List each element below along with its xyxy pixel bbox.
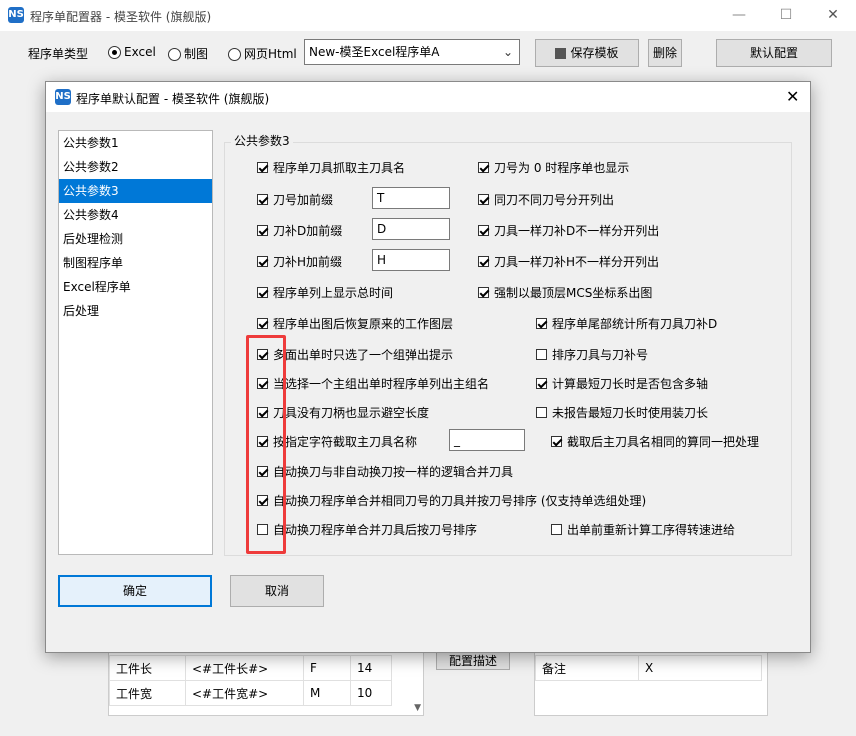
opt-shortest-length-multiaxis[interactable]: 计算最短刀长时是否包含多轴: [536, 376, 708, 391]
nav-item-postprocess[interactable]: 后处理: [59, 299, 212, 323]
opt-d-prefix[interactable]: 刀补D加前缀: [257, 223, 342, 238]
checkbox[interactable]: [478, 162, 489, 173]
nav-item-common4[interactable]: 公共参数4: [59, 203, 212, 227]
default-config-button[interactable]: 默认配置: [716, 39, 832, 67]
h-prefix-input[interactable]: H: [372, 249, 450, 271]
checkbox[interactable]: [257, 318, 268, 329]
config-desc-button[interactable]: 配置描述: [436, 652, 510, 670]
radio-drawing[interactable]: 制图: [168, 45, 208, 62]
maximize-icon[interactable]: ☐: [763, 0, 809, 31]
table-row[interactable]: 工件长 <#工件长#> F 14: [109, 655, 392, 681]
opt-sort-tool-offset[interactable]: 排序刀具与刀补号: [536, 347, 648, 362]
nav-item-common3[interactable]: 公共参数3: [59, 179, 212, 203]
dialog-titlebar: NS 程序单默认配置 - 模圣软件 (旗舰版) ✕: [46, 82, 810, 112]
close-icon[interactable]: ✕: [810, 0, 856, 31]
radio-excel[interactable]: Excel: [108, 45, 156, 59]
delete-button[interactable]: 删除: [648, 39, 682, 67]
right-field-table: 备注 X: [534, 648, 768, 716]
opt-atc-merge-logic[interactable]: 自动换刀与非自动换刀按一样的逻辑合并刀具: [257, 464, 513, 479]
left-field-table: 工件长 <#工件长#> F 14 工件宽 <#工件宽#> M 10 ▼: [108, 648, 424, 716]
checkbox[interactable]: [536, 318, 547, 329]
default-config-dialog: NS 程序单默认配置 - 模圣软件 (旗舰版) ✕ 公共参数1 公共参数2 公共…: [45, 81, 811, 653]
opt-same-tool-diff-number[interactable]: 同刀不同刀号分开列出: [478, 192, 614, 207]
opt-atc-merge-sort[interactable]: 自动换刀程序单合并相同刀号的刀具并按刀号排序 (仅支持单选组处理): [257, 493, 646, 508]
checkbox[interactable]: [257, 162, 268, 173]
chevron-down-icon: ⌄: [502, 45, 513, 59]
type-label: 程序单类型: [28, 47, 89, 61]
main-window-title: 程序单配置器 - 模圣软件 (旗舰版): [30, 10, 212, 24]
checkbox[interactable]: [478, 225, 489, 236]
checkbox[interactable]: [257, 287, 268, 298]
opt-atc-sort-after-merge[interactable]: 自动换刀程序单合并刀具后按刀号排序: [257, 522, 477, 537]
settings-nav-list: 公共参数1 公共参数2 公共参数3 公共参数4 后处理检测 制图程序单 Exce…: [58, 130, 213, 555]
nav-item-common1[interactable]: 公共参数1: [59, 131, 212, 155]
checkbox[interactable]: [551, 524, 562, 535]
save-template-button[interactable]: 保存模板: [535, 39, 639, 67]
dialog-logo-icon: NS: [55, 89, 71, 105]
checkbox[interactable]: [478, 287, 489, 298]
opt-use-mount-length[interactable]: 未报告最短刀长时使用装刀长: [536, 405, 708, 420]
opt-tool-prefix[interactable]: 刀号加前缀: [257, 192, 333, 207]
opt-show-tool-zero[interactable]: 刀号为 0 时程序单也显示: [478, 160, 629, 175]
d-prefix-input[interactable]: D: [372, 218, 450, 240]
nav-item-common2[interactable]: 公共参数2: [59, 155, 212, 179]
checkbox[interactable]: [536, 378, 547, 389]
checkbox[interactable]: [478, 256, 489, 267]
dialog-title: 程序单默认配置 - 模圣软件 (旗舰版): [76, 92, 270, 106]
opt-recalc-feed-speed[interactable]: 出单前重新计算工序得转速进给: [551, 522, 735, 537]
opt-force-top-mcs[interactable]: 强制以最顶层MCS坐标系出图: [478, 285, 652, 300]
minimize-icon[interactable]: —: [716, 0, 762, 31]
checkbox[interactable]: [478, 194, 489, 205]
nav-item-postprocess-check[interactable]: 后处理检测: [59, 227, 212, 251]
save-icon: [555, 48, 567, 59]
checkbox[interactable]: [257, 225, 268, 236]
table-row[interactable]: 备注 X: [535, 655, 762, 681]
cancel-button[interactable]: 取消: [230, 575, 324, 607]
opt-same-tool-diff-h[interactable]: 刀具一样刀补H不一样分开列出: [478, 254, 659, 269]
table-row[interactable]: 工件宽 <#工件宽#> M 10: [109, 680, 392, 706]
checkbox[interactable]: [257, 256, 268, 267]
opt-show-total-time[interactable]: 程序单列上显示总时间: [257, 285, 393, 300]
highlight-box: [246, 335, 286, 554]
opt-list-main-group[interactable]: 当选择一个主组出单时程序单列出主组名: [257, 376, 489, 391]
template-select[interactable]: New-模圣Excel程序单A ⌄: [304, 39, 520, 65]
scroll-down-icon[interactable]: ▼: [414, 703, 421, 713]
dialog-close-icon[interactable]: ✕: [786, 87, 799, 106]
opt-grab-main-tool-name[interactable]: 程序单刀具抓取主刀具名: [257, 160, 405, 175]
nav-item-excel-sheet[interactable]: Excel程序单: [59, 275, 212, 299]
opt-tail-stats-d[interactable]: 程序单尾部统计所有刀具刀补D: [536, 316, 717, 331]
opt-restore-layer[interactable]: 程序单出图后恢复原来的工作图层: [257, 316, 453, 331]
tool-prefix-input[interactable]: T: [372, 187, 450, 209]
checkbox[interactable]: [536, 407, 547, 418]
opt-h-prefix[interactable]: 刀补H加前缀: [257, 254, 342, 269]
opt-same-name-same-tool[interactable]: 截取后主刀具名相同的算同一把处理: [551, 434, 759, 449]
main-titlebar: NS 程序单配置器 - 模圣软件 (旗舰版) — ☐ ✕: [0, 0, 856, 31]
truncate-char-input[interactable]: _: [449, 429, 525, 451]
group-title: 公共参数3: [231, 132, 293, 149]
radio-html[interactable]: 网页Html: [228, 45, 297, 62]
checkbox[interactable]: [551, 436, 562, 447]
ok-button[interactable]: 确定: [58, 575, 212, 607]
opt-multi-face-prompt[interactable]: 多面出单时只选了一个组弹出提示: [257, 347, 453, 362]
checkbox[interactable]: [257, 194, 268, 205]
checkbox[interactable]: [536, 349, 547, 360]
app-logo-icon: NS: [8, 7, 24, 23]
nav-item-drawing-sheet[interactable]: 制图程序单: [59, 251, 212, 275]
opt-same-tool-diff-d[interactable]: 刀具一样刀补D不一样分开列出: [478, 223, 659, 238]
